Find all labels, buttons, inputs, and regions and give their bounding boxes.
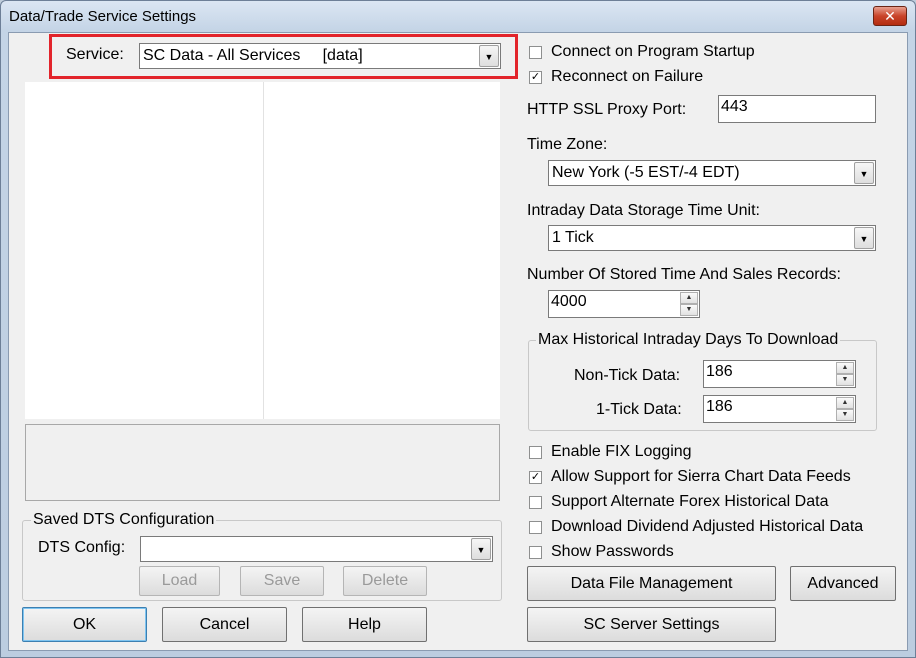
chevron-down-icon[interactable]: ▼ <box>854 227 874 249</box>
dts-config-dropdown[interactable]: ▼ <box>140 536 493 562</box>
cancel-button-label: Cancel <box>199 616 250 633</box>
one-tick-spin[interactable]: ▲ ▼ <box>836 397 854 421</box>
http-ssl-proxy-port-input[interactable]: 443 <box>718 95 876 123</box>
checkbox-box[interactable] <box>529 445 542 459</box>
cancel-button[interactable]: Cancel <box>162 607 287 642</box>
save-button[interactable]: Save <box>240 566 324 596</box>
non-tick-spin[interactable]: ▲ ▼ <box>836 362 854 386</box>
delete-button-label: Delete <box>361 572 409 589</box>
service-list-pane-right[interactable] <box>263 82 500 419</box>
service-dropdown[interactable]: SC Data - All Services [data] ▼ <box>139 43 501 69</box>
checkbox-box[interactable] <box>529 45 542 59</box>
chevron-down-icon[interactable]: ▼ <box>471 538 491 560</box>
checkbox-box[interactable] <box>529 495 542 509</box>
service-list-pane-left[interactable] <box>25 82 263 419</box>
spin-down-icon[interactable]: ▼ <box>680 304 698 316</box>
show-passwords-checkbox[interactable]: Show Passwords <box>529 543 674 561</box>
historical-days-group-title: Max Historical Intraday Days To Download <box>536 331 841 349</box>
close-icon: ✕ <box>884 8 896 24</box>
advanced-button[interactable]: Advanced <box>790 566 896 601</box>
http-ssl-proxy-port-value: 443 <box>721 98 748 115</box>
non-tick-label: Non-Tick Data: <box>574 367 681 384</box>
spin-up-icon[interactable]: ▲ <box>836 397 854 409</box>
check-icon[interactable]: ✓ <box>529 470 542 484</box>
chevron-down-icon[interactable]: ▼ <box>854 162 874 184</box>
help-button[interactable]: Help <box>302 607 427 642</box>
checkbox-box[interactable] <box>529 520 542 534</box>
service-description-box <box>25 424 500 501</box>
settings-dialog: Data/Trade Service Settings ✕ Service: S… <box>0 0 916 658</box>
close-button[interactable]: ✕ <box>873 6 907 26</box>
intraday-storage-value: 1 Tick <box>552 229 594 246</box>
spin-up-icon[interactable]: ▲ <box>680 292 698 304</box>
load-button-label: Load <box>161 572 198 589</box>
stored-records-spin[interactable]: ▲ ▼ <box>680 292 698 316</box>
allow-sierra-feeds-label: Allow Support for Sierra Chart Data Feed… <box>551 468 851 485</box>
stored-records-stepper[interactable]: 4000 ▲ ▼ <box>548 290 700 318</box>
time-zone-label: Time Zone: <box>527 136 608 153</box>
saved-dts-group-title: Saved DTS Configuration <box>31 511 217 529</box>
intraday-storage-dropdown[interactable]: 1 Tick ▼ <box>548 225 876 251</box>
one-tick-value: 186 <box>706 398 733 415</box>
sc-server-settings-label: SC Server Settings <box>583 616 720 633</box>
save-button-label: Save <box>263 572 301 589</box>
time-zone-dropdown[interactable]: New York (-5 EST/-4 EDT) ▼ <box>548 160 876 186</box>
delete-button[interactable]: Delete <box>343 566 427 596</box>
non-tick-value: 186 <box>706 363 733 380</box>
advanced-button-label: Advanced <box>807 575 879 592</box>
sc-server-settings-button[interactable]: SC Server Settings <box>527 607 776 642</box>
show-passwords-label: Show Passwords <box>551 543 674 560</box>
reconnect-on-failure-label: Reconnect on Failure <box>551 68 704 85</box>
one-tick-label: 1-Tick Data: <box>596 401 682 418</box>
load-button[interactable]: Load <box>139 566 220 596</box>
checkbox-box[interactable] <box>529 545 542 559</box>
connect-on-startup-label: Connect on Program Startup <box>551 43 755 60</box>
data-file-management-label: Data File Management <box>570 575 733 592</box>
dts-config-label: DTS Config: <box>38 539 126 556</box>
service-label: Service: <box>66 46 124 63</box>
stored-records-label: Number Of Stored Time And Sales Records: <box>527 266 841 283</box>
dialog-client-area: Service: SC Data - All Services [data] ▼… <box>8 32 908 651</box>
check-icon[interactable]: ✓ <box>529 70 542 84</box>
spin-down-icon[interactable]: ▼ <box>836 409 854 421</box>
one-tick-stepper[interactable]: 186 ▲ ▼ <box>703 395 856 423</box>
spin-up-icon[interactable]: ▲ <box>836 362 854 374</box>
intraday-storage-label: Intraday Data Storage Time Unit: <box>527 202 760 219</box>
enable-fix-logging-checkbox[interactable]: Enable FIX Logging <box>529 443 692 461</box>
dividend-adjusted-checkbox[interactable]: Download Dividend Adjusted Historical Da… <box>529 518 863 536</box>
time-zone-value: New York (-5 EST/-4 EDT) <box>552 164 740 181</box>
http-ssl-proxy-port-label: HTTP SSL Proxy Port: <box>527 101 687 118</box>
reconnect-on-failure-checkbox[interactable]: ✓ Reconnect on Failure <box>529 68 703 86</box>
help-button-label: Help <box>348 616 381 633</box>
data-file-management-button[interactable]: Data File Management <box>527 566 776 601</box>
window-title: Data/Trade Service Settings <box>9 8 197 25</box>
connect-on-startup-checkbox[interactable]: Connect on Program Startup <box>529 43 755 61</box>
alt-forex-checkbox[interactable]: Support Alternate Forex Historical Data <box>529 493 828 511</box>
non-tick-stepper[interactable]: 186 ▲ ▼ <box>703 360 856 388</box>
chevron-down-icon[interactable]: ▼ <box>479 45 499 67</box>
enable-fix-logging-label: Enable FIX Logging <box>551 443 692 460</box>
ok-button-label: OK <box>72 616 97 633</box>
ok-button[interactable]: OK <box>22 607 147 642</box>
stored-records-value: 4000 <box>551 293 587 310</box>
alt-forex-label: Support Alternate Forex Historical Data <box>551 493 829 510</box>
service-value: SC Data - All Services [data] <box>143 47 363 64</box>
dividend-adjusted-label: Download Dividend Adjusted Historical Da… <box>551 518 864 535</box>
spin-down-icon[interactable]: ▼ <box>836 374 854 386</box>
title-bar[interactable]: Data/Trade Service Settings ✕ <box>1 1 915 33</box>
allow-sierra-feeds-checkbox[interactable]: ✓ Allow Support for Sierra Chart Data Fe… <box>529 468 851 486</box>
